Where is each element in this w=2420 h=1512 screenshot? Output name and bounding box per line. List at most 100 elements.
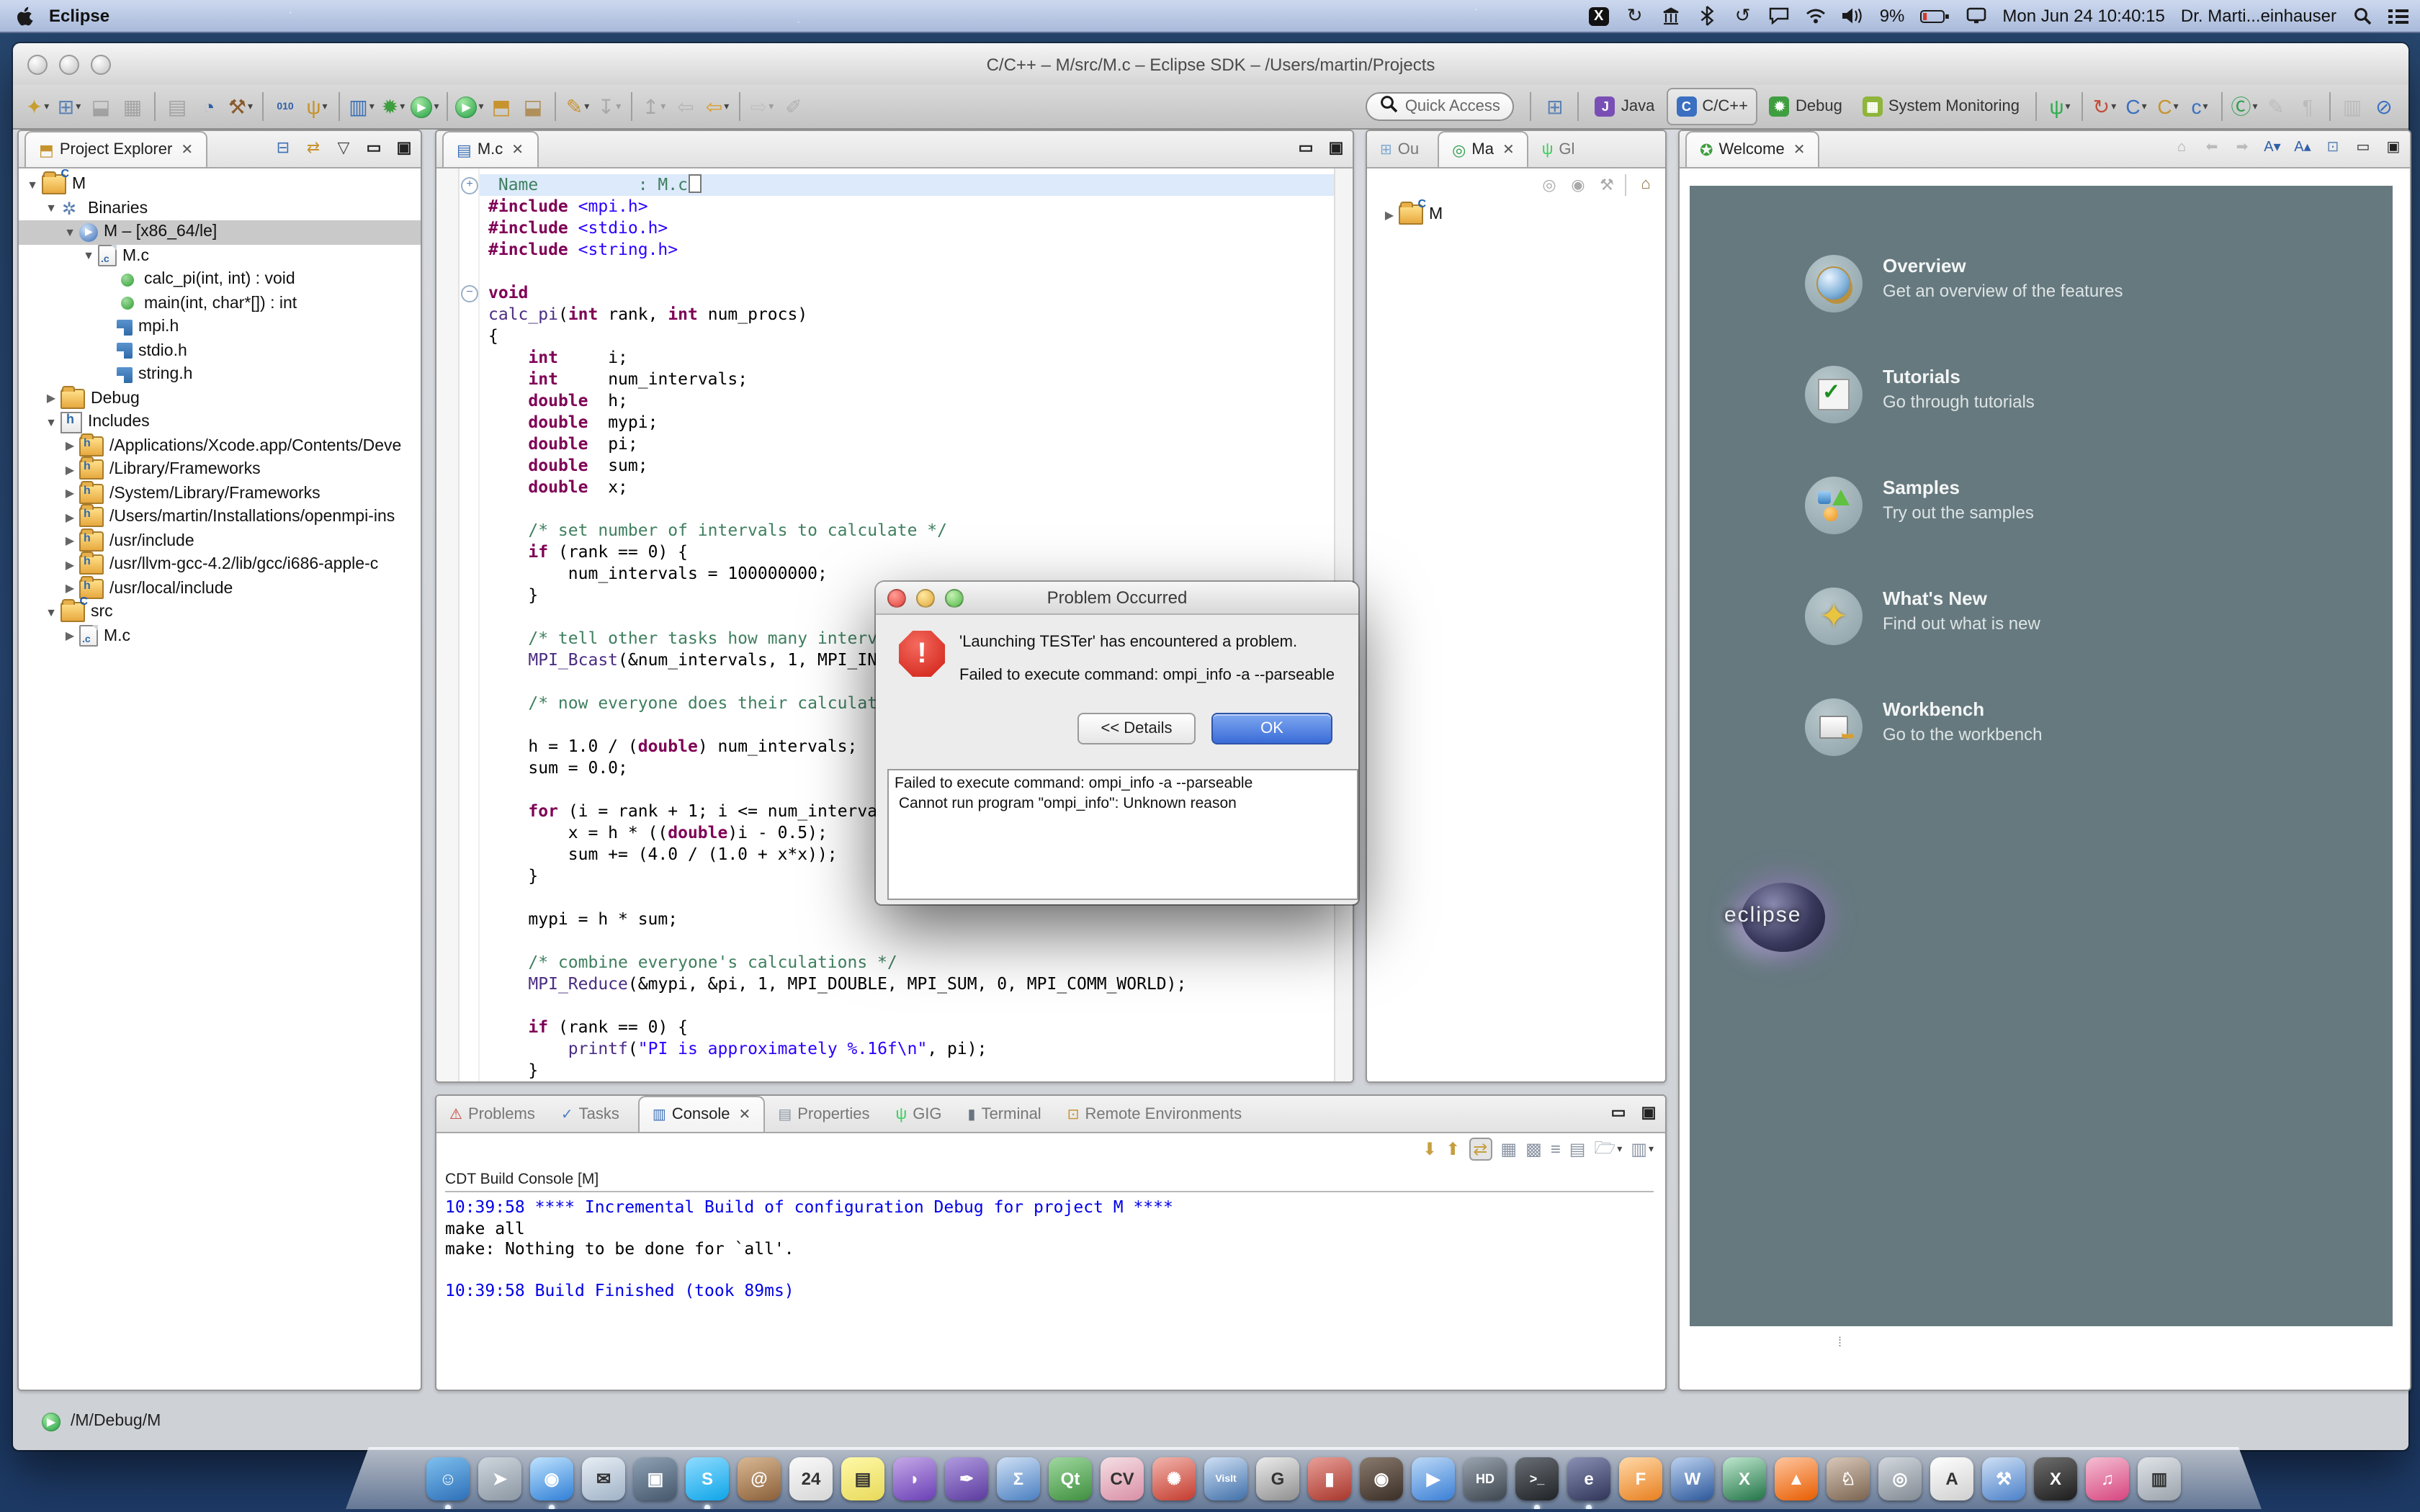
tab-gl[interactable]: ψGl [1529, 132, 1588, 167]
dock-app-icon[interactable]: A [1930, 1457, 1973, 1500]
code-line[interactable]: double h; [480, 390, 1334, 412]
sync-icon[interactable]: ↻ [1625, 4, 1645, 27]
welcome-link-whatsnew[interactable]: ✦What's NewFind out what is new [1805, 588, 2040, 645]
fold-minus-icon[interactable]: − [461, 285, 478, 302]
code-line[interactable]: if (rank == 0) { [480, 1017, 1334, 1038]
close-icon[interactable]: ✕ [511, 142, 524, 158]
zoom-window-button[interactable] [91, 55, 111, 75]
mark-occurrences-button[interactable]: ✎▾ [562, 89, 593, 124]
display-selected-icon[interactable]: ▥▾ [1631, 1139, 1654, 1159]
code-line[interactable]: int i; [480, 347, 1334, 369]
binary-button[interactable]: 010 [269, 89, 301, 124]
twistie-icon[interactable]: ▶ [62, 582, 78, 595]
twistie-icon[interactable]: ▼ [43, 606, 59, 619]
restart-button[interactable]: ↻▾ [2089, 89, 2120, 124]
dock-app-icon[interactable]: e [1567, 1457, 1610, 1500]
build-all-button[interactable]: ◔ [193, 89, 225, 124]
scroll-lock-icon[interactable]: ⇄ [1469, 1138, 1492, 1161]
code-line[interactable]: printf("PI is approximately %.16f\n", pi… [480, 1038, 1334, 1060]
tree-row[interactable]: ▶h/usr/llvm-gcc-4.2/lib/gcc/i686-apple-c [19, 553, 421, 577]
twistie-icon[interactable]: ▶ [62, 535, 78, 548]
code-line[interactable]: if (rank == 0) { [480, 541, 1334, 563]
maximize-view-icon[interactable]: ▣ [1638, 1102, 1659, 1123]
editor-annotation-ruler[interactable] [436, 168, 460, 1081]
link-with-editor-icon[interactable]: ⇄ [302, 137, 324, 158]
close-window-button[interactable] [27, 55, 48, 75]
tree-row[interactable]: ▶h/Users/martin/Installations/openmpi-in… [19, 505, 421, 529]
dock-app-icon[interactable]: ⚒ [1982, 1457, 2025, 1500]
dock-app-icon[interactable]: ▣ [634, 1457, 677, 1500]
pin-editor-button[interactable]: ⊘ [2368, 89, 2400, 124]
code-line[interactable]: MPI_Reduce(&mypi, &pi, 1, MPI_DOUBLE, MP… [480, 973, 1334, 995]
code-line[interactable]: /* set number of intervals to calculate … [480, 520, 1334, 541]
reduce-text-icon[interactable]: A▾ [2262, 137, 2283, 158]
battery-icon[interactable] [1920, 4, 1950, 27]
minimize-view-icon[interactable]: ▭ [363, 137, 385, 158]
open-task-button[interactable]: ⬒ [485, 89, 517, 124]
twistie-icon[interactable]: ▼ [24, 179, 40, 192]
back-button[interactable]: ⇦▾ [702, 89, 733, 124]
details-button[interactable]: << Details [1077, 713, 1196, 744]
code-line[interactable]: mypi = h * sum; [480, 909, 1334, 930]
dock-app-icon[interactable]: W [1671, 1457, 1714, 1500]
spotlight-icon[interactable] [2352, 4, 2372, 27]
code-line[interactable]: double mypi; [480, 412, 1334, 433]
dock-app-icon[interactable]: G [1256, 1457, 1299, 1500]
code-line[interactable]: /* combine everyone's calculations */ [480, 952, 1334, 973]
enlarge-text-icon[interactable]: A▴ [2292, 137, 2313, 158]
tree-row[interactable]: ▼Binaries [19, 197, 421, 220]
minimize-view-icon[interactable]: ▭ [1608, 1102, 1629, 1123]
dock-app-icon[interactable]: ♘ [1827, 1457, 1870, 1500]
new-cpp-project-button[interactable]: ⊞▾ [53, 89, 85, 124]
ok-button[interactable]: OK [1211, 713, 1332, 744]
make-target-project-row[interactable]: ▶ C M [1367, 203, 1665, 227]
dialog-details-text[interactable]: Failed to execute command: ompi_info -a … [887, 769, 1358, 900]
code-line[interactable]: #include <stdio.h> [480, 217, 1334, 239]
dock-app-icon[interactable]: ✉ [582, 1457, 625, 1500]
twistie-icon[interactable]: ▶ [62, 559, 78, 572]
tree-row[interactable]: ▼Includes [19, 410, 421, 434]
code-line[interactable]: { [480, 325, 1334, 347]
dialog-close-button[interactable] [887, 589, 906, 608]
perspective-debug[interactable]: ✹Debug [1761, 89, 1851, 124]
volume-icon[interactable] [1842, 4, 1864, 27]
perspective-java[interactable]: JJava [1587, 89, 1664, 124]
tab-properties[interactable]: ▤Properties [765, 1097, 882, 1132]
twistie-icon[interactable]: ▶ [62, 440, 78, 453]
twistie-icon[interactable]: ▼ [43, 416, 59, 429]
twistie-icon[interactable]: ▼ [62, 226, 78, 239]
twistie-icon[interactable]: ▼ [43, 202, 59, 215]
drag-handle-icon[interactable]: ⁞ [1838, 1335, 1843, 1349]
tree-row[interactable]: calc_pi(int, int) : void [19, 268, 421, 292]
scroll-up-icon[interactable]: ⬆ [1446, 1139, 1460, 1159]
run-button[interactable]: ▶▾ [409, 89, 441, 124]
menubar-app-name[interactable]: Eclipse [49, 6, 109, 26]
tree-row[interactable]: ▼M – [x86_64/le] [19, 220, 421, 244]
tree-row[interactable]: ▼CM [19, 173, 421, 197]
editor-fold-column[interactable]: +− [460, 168, 480, 1081]
tree-row[interactable]: ▶h/System/Library/Frameworks [19, 482, 421, 505]
paste-task-button[interactable]: ⬓ [517, 89, 549, 124]
tree-row[interactable]: ▼Csrc [19, 600, 421, 624]
dock-app-icon[interactable]: ☺ [426, 1457, 470, 1500]
dock-app-icon[interactable]: ➤ [478, 1457, 521, 1500]
code-line[interactable]: int num_intervals; [480, 369, 1334, 390]
maximize-view-icon[interactable]: ▣ [393, 137, 415, 158]
pin-console-icon[interactable]: ▦ [1500, 1139, 1517, 1159]
tree-row[interactable]: ▼.cM.c [19, 244, 421, 268]
wifi-icon[interactable] [1805, 4, 1827, 27]
view-menu-icon[interactable]: ▽ [333, 137, 354, 158]
tab-welcome[interactable]: ✪ Welcome ✕ [1685, 131, 1820, 167]
code-line[interactable] [480, 995, 1334, 1017]
display-icon[interactable] [1966, 4, 1986, 27]
twistie-icon[interactable]: ▶ [62, 630, 78, 643]
open-perspective-button[interactable]: ⊞ [1539, 89, 1571, 124]
twistie-icon[interactable]: ▶ [62, 464, 78, 477]
tab-terminal[interactable]: ▮Terminal [955, 1097, 1054, 1132]
dock-app-icon[interactable]: >_ [1515, 1457, 1559, 1500]
dock-app-icon[interactable]: Σ [997, 1457, 1040, 1500]
welcome-link-globe[interactable]: OverviewGet an overview of the features [1805, 255, 2123, 312]
perspective-system-monitoring[interactable]: ▦System Monitoring [1854, 89, 2028, 124]
code-line[interactable]: double pi; [480, 433, 1334, 455]
tree-row[interactable]: ▶h/Applications/Xcode.app/Contents/Deve [19, 434, 421, 458]
